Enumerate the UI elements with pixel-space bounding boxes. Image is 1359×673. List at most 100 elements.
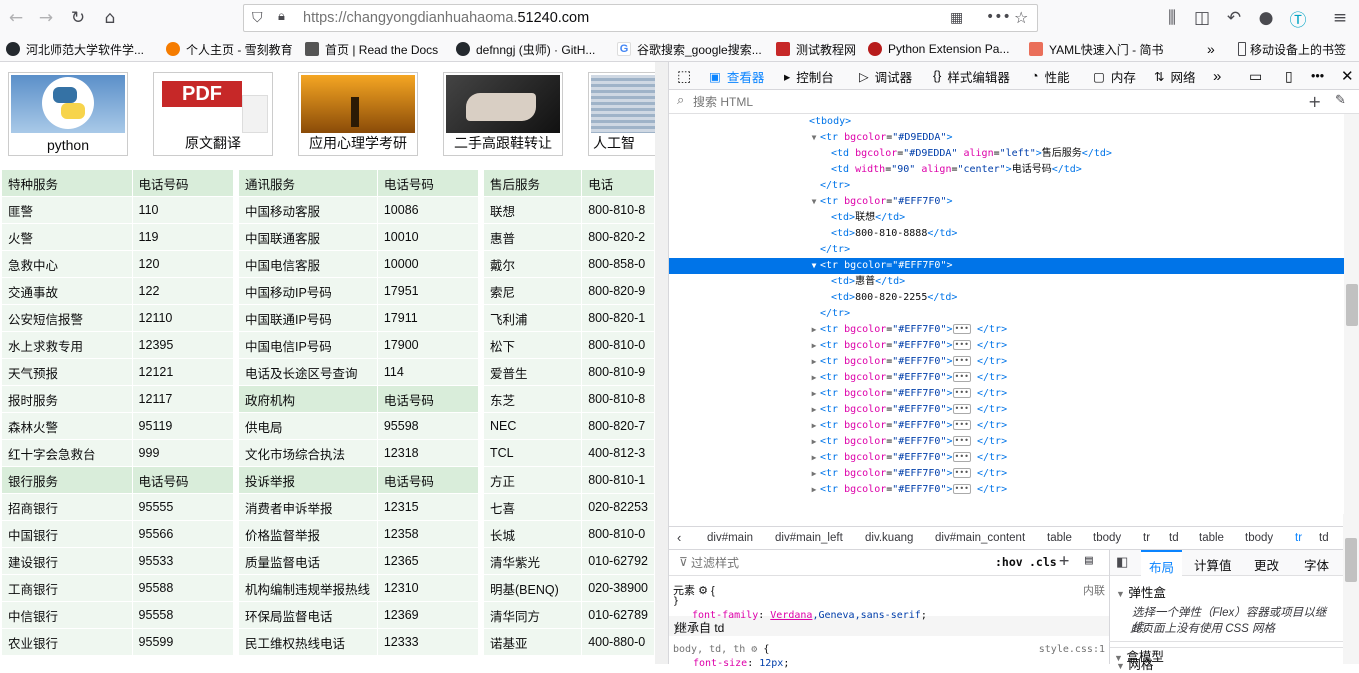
extension-icon[interactable]: Ⓣ <box>1286 6 1310 31</box>
thumb-link[interactable]: 应用心理学考研 <box>298 72 418 156</box>
close-devtools-icon[interactable]: ✕ <box>1341 67 1354 85</box>
add-rule-icon[interactable]: + <box>1059 551 1069 571</box>
element-picker-icon[interactable]: ⬚ <box>677 67 691 85</box>
cls-toggle[interactable]: .cls <box>1029 555 1057 569</box>
tab-memory[interactable]: ▢ 内存 <box>1093 67 1136 85</box>
hov-toggle[interactable]: :hov <box>995 555 1023 569</box>
flexbox-section-header[interactable]: ▼ 弹性盒 <box>1116 582 1166 601</box>
scrollbar-thumb[interactable] <box>1346 284 1358 326</box>
responsive-mode-icon[interactable]: ▯ <box>1285 67 1293 85</box>
breadcrumb-item[interactable]: tbody <box>1093 532 1121 544</box>
breadcrumb-item[interactable]: tr <box>1143 532 1150 544</box>
markup-node-line[interactable]: ▶ <tr bgcolor="#EFF7F0"> ••• </tr> <box>669 418 1344 434</box>
expand-twisty-icon[interactable]: ▼ <box>809 130 819 146</box>
sidebar-icon[interactable]: ◫ <box>1190 6 1214 30</box>
markup-node-line[interactable]: <td bgcolor="#D9EDDA" align="left">售后服务<… <box>669 146 1344 162</box>
tab-changes[interactable]: 更改 <box>1254 555 1279 574</box>
expand-twisty-icon[interactable]: ▶ <box>809 450 819 466</box>
markup-node-line[interactable]: <td>800-820-2255</td> <box>669 290 1344 306</box>
markup-scrollbar[interactable] <box>1344 114 1359 526</box>
thumb-link[interactable]: python <box>8 72 128 156</box>
expand-twisty-icon[interactable]: ▶ <box>809 354 819 370</box>
more-tabs-icon[interactable]: » <box>1213 67 1221 85</box>
add-node-icon[interactable]: + <box>1308 92 1321 111</box>
styles-filter-input[interactable] <box>691 554 971 572</box>
bookmark-item[interactable]: YAML快速入门 - 简书 <box>1029 40 1163 58</box>
html-search-input[interactable] <box>693 93 1273 111</box>
devtools-menu-icon[interactable]: ••• <box>1311 67 1324 85</box>
tab-inspector[interactable]: ▣ 查看器 <box>709 67 764 85</box>
thumb-link[interactable]: PDF 原文翻译 <box>153 72 273 156</box>
markup-node-line[interactable]: ▼ <tr bgcolor="#EFF7F0"> <box>669 194 1344 210</box>
tab-console[interactable]: ▸ 控制台 <box>784 67 834 85</box>
url-bar[interactable]: ⛉ 🔒︎ https://changyongdianhuahaoma.51240… <box>243 4 1038 32</box>
markup-node-line[interactable]: ▶ <tr bgcolor="#EFF7F0"> ••• </tr> <box>669 482 1344 498</box>
breadcrumb-item[interactable]: div.kuang <box>865 532 913 544</box>
bookmark-item[interactable]: Python Extension Pa... <box>868 40 1009 58</box>
markup-node-line[interactable]: <td>惠普</td> <box>669 274 1344 290</box>
markup-node-line[interactable]: ▶ <tr bgcolor="#EFF7F0"> ••• </tr> <box>669 402 1344 418</box>
markup-node-line[interactable]: ▶ <tr bgcolor="#EFF7F0"> ••• </tr> <box>669 434 1344 450</box>
thumb-link[interactable]: 二手高跟鞋转让 <box>443 72 563 156</box>
more-bookmarks-icon[interactable]: » <box>1207 40 1215 58</box>
eyedropper-icon[interactable]: ✎ <box>1335 93 1346 108</box>
tab-debugger[interactable]: ▷ 调试器 <box>859 67 912 85</box>
library-icon[interactable]: ⫼ <box>1160 6 1184 30</box>
bookmark-item[interactable]: 个人主页 - 雪刻教育 <box>166 40 293 58</box>
markup-node-line[interactable]: ▶ <tr bgcolor="#EFF7F0"> ••• </tr> <box>669 322 1344 338</box>
box-model-section-header[interactable]: ▼ 盒模型 <box>1114 646 1164 665</box>
markup-node-line[interactable]: <tbody> <box>669 114 1344 130</box>
home-icon[interactable]: ⌂ <box>98 6 122 30</box>
bookmark-item[interactable]: G 谷歌搜索_google搜索... <box>617 40 762 58</box>
url-text[interactable]: https://changyongdianhuahaoma.51240.com <box>303 10 589 26</box>
scrollbar-thumb[interactable] <box>1345 538 1357 582</box>
breadcrumb-item[interactable]: div#main_left <box>775 532 843 544</box>
expand-twisty-icon[interactable]: ▶ <box>809 386 819 402</box>
toggle-sidebar-icon[interactable]: ◧ <box>1116 554 1128 570</box>
markup-node-line[interactable]: ▼ <tr bgcolor="#D9EDDA"> <box>669 130 1344 146</box>
bookmark-item[interactable]: defnngj (虫师) · GitH... <box>456 40 595 58</box>
tab-computed[interactable]: 计算值 <box>1194 555 1232 574</box>
print-sim-icon[interactable]: ▤ <box>1085 553 1093 568</box>
bookmark-item[interactable]: 首页 | Read the Docs <box>305 40 438 58</box>
gear-icon[interactable]: ⚙ <box>698 585 708 597</box>
breadcrumb-item[interactable]: td <box>1169 532 1179 544</box>
markup-node-line[interactable]: </tr> <box>669 242 1344 258</box>
rule-prop-font-family[interactable]: font-family: Verdana,Geneva,sans-serif; <box>692 610 927 621</box>
bookmark-star-icon[interactable]: ☆ <box>1014 8 1028 27</box>
forward-arrow-icon[interactable]: → <box>34 6 58 30</box>
breadcrumb-item[interactable]: div#main <box>707 532 753 544</box>
undo-icon[interactable]: ↶ <box>1222 6 1246 30</box>
shield-icon[interactable]: ⛉ <box>252 10 263 26</box>
markup-node-line[interactable]: </tr> <box>669 306 1344 322</box>
tab-style-editor[interactable]: {} 样式编辑器 <box>933 67 1010 85</box>
bookmark-item[interactable]: 移动设备上的书签 <box>1238 40 1346 58</box>
layout-scrollbar[interactable] <box>1343 514 1359 664</box>
markup-node-line[interactable]: ▶ <tr bgcolor="#EFF7F0"> ••• </tr> <box>669 338 1344 354</box>
tab-fonts[interactable]: 字体 <box>1304 555 1329 574</box>
expand-twisty-icon[interactable]: ▼ <box>809 194 819 210</box>
breadcrumb-item[interactable]: table <box>1199 532 1224 544</box>
expand-twisty-icon[interactable]: ▼ <box>809 258 819 274</box>
breadcrumb-item[interactable]: tbody <box>1245 532 1273 544</box>
expand-twisty-icon[interactable]: ▶ <box>809 402 819 418</box>
expand-twisty-icon[interactable]: ▶ <box>809 434 819 450</box>
page-scrollbar[interactable] <box>655 62 668 664</box>
expand-twisty-icon[interactable]: ▶ <box>809 338 819 354</box>
expand-twisty-icon[interactable]: ▶ <box>809 482 819 498</box>
qr-code-icon[interactable]: ▦ <box>950 10 963 26</box>
breadcrumb-left-arrow-icon[interactable]: ‹ <box>677 530 681 545</box>
markup-node-line[interactable]: ▶ <tr bgcolor="#EFF7F0"> ••• </tr> <box>669 386 1344 402</box>
thumb-link[interactable]: 人工智 <box>588 72 655 156</box>
markup-node-line[interactable]: <td>800-810-8888</td> <box>669 226 1344 242</box>
markup-node-line[interactable]: ▶ <tr bgcolor="#EFF7F0"> ••• </tr> <box>669 466 1344 482</box>
tab-network[interactable]: ⇅ 网络 <box>1154 67 1196 85</box>
tab-layout[interactable]: 布局 <box>1141 550 1183 576</box>
breadcrumb-item[interactable]: tr <box>1295 532 1302 544</box>
breadcrumb-item[interactable]: td <box>1319 532 1329 544</box>
expand-twisty-icon[interactable]: ▶ <box>809 322 819 338</box>
bookmark-item[interactable]: 河北师范大学软件学... <box>6 40 144 58</box>
markup-node-line[interactable]: ▶ <tr bgcolor="#EFF7F0"> ••• </tr> <box>669 450 1344 466</box>
font-link[interactable]: Verdana <box>770 610 812 621</box>
markup-node-line[interactable]: ▼ <tr bgcolor="#EFF7F0"> <box>669 258 1344 274</box>
